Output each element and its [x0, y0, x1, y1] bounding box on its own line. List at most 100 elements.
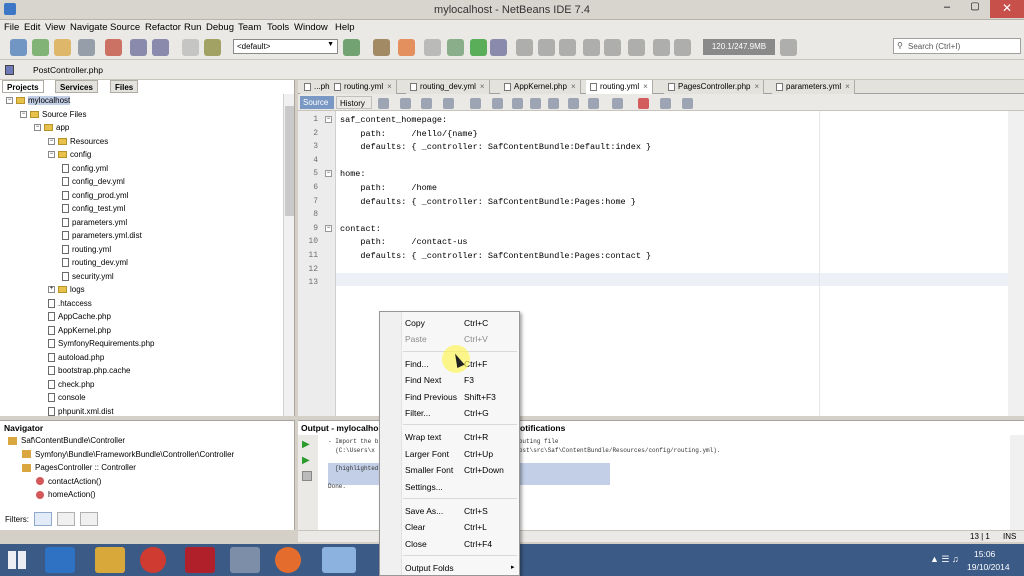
stop-icon[interactable]: [302, 471, 312, 481]
context-menu-item-output-folds[interactable]: Output Folds ▸: [380, 560, 519, 576]
toolbar-button-icon-4[interactable]: [78, 39, 95, 56]
menu-file[interactable]: File: [4, 22, 19, 33]
tree-item[interactable]: check.php: [48, 380, 94, 389]
memory-indicator[interactable]: 120.1/247.9MB: [703, 39, 775, 55]
menu-debug[interactable]: Debug: [206, 22, 234, 33]
filter-static-button[interactable]: [80, 512, 98, 526]
toolbar-button-icon-6[interactable]: [130, 39, 147, 56]
tree-item[interactable]: config_prod.yml: [62, 191, 128, 200]
menu-window[interactable]: Window: [294, 22, 328, 33]
file-explorer-icon[interactable]: [95, 547, 125, 573]
context-menu-item-find-previous[interactable]: Find Previous Shift+F3: [380, 389, 519, 405]
tree-item[interactable]: routing_dev.yml: [62, 258, 128, 268]
maximize-button[interactable]: ▢: [962, 1, 988, 17]
tree-item[interactable]: − app: [34, 123, 69, 132]
close-tab-icon[interactable]: ×: [480, 82, 485, 91]
editor-tool-icon-7[interactable]: [512, 98, 523, 109]
filter-fields-button[interactable]: [34, 512, 52, 526]
navigator-item[interactable]: PagesController :: Controller: [22, 463, 136, 472]
toolbar-button-icon-3[interactable]: [54, 39, 71, 56]
menu-help[interactable]: Help: [335, 22, 355, 33]
navigator-item[interactable]: contactAction(): [36, 477, 101, 486]
editor-tool-icon-13[interactable]: [638, 98, 649, 109]
output-tab[interactable]: Output - mylocalhost: [301, 423, 386, 433]
menu-source[interactable]: Source: [110, 22, 140, 33]
projects-scroll-thumb[interactable]: [285, 106, 294, 216]
context-menu-item-smaller-font[interactable]: Smaller Font Ctrl+Down: [380, 462, 519, 478]
close-tab-icon[interactable]: ×: [845, 82, 850, 91]
tree-item[interactable]: console: [48, 393, 86, 403]
expand-toggle-icon[interactable]: −: [48, 151, 55, 159]
history-mode-button[interactable]: History: [336, 96, 372, 109]
menu-edit[interactable]: Edit: [24, 22, 40, 33]
editor-tool-icon-3[interactable]: [421, 98, 432, 109]
netbeans-icon[interactable]: [322, 547, 356, 573]
context-menu-item-save-as[interactable]: Save As... Ctrl+S: [380, 503, 519, 519]
toolbar-button-icon-18[interactable]: [538, 39, 555, 56]
navigator-item[interactable]: Saf\ContentBundle\Controller: [8, 436, 125, 445]
editor-tool-icon-6[interactable]: [492, 98, 503, 109]
expand-toggle-icon[interactable]: +: [48, 286, 55, 294]
close-tab-icon[interactable]: ×: [571, 82, 576, 91]
clock-time[interactable]: 15:06: [974, 549, 995, 559]
toolbar-button-icon-25[interactable]: [780, 39, 797, 56]
search-input[interactable]: Search (Ctrl+I) ⚲: [893, 38, 1021, 54]
toolbar-button-icon-11[interactable]: [373, 39, 390, 56]
toolbar-button-icon-9[interactable]: [204, 39, 221, 56]
toolbar-button-icon-7[interactable]: [152, 39, 169, 56]
firefox-icon[interactable]: [275, 547, 301, 573]
editor-vscrollbar[interactable]: [1008, 111, 1024, 416]
clock-date[interactable]: 19/10/2014: [967, 562, 1010, 572]
context-menu-item-clear[interactable]: Clear Ctrl+L: [380, 519, 519, 535]
expand-toggle-icon[interactable]: −: [20, 110, 27, 118]
editor-tab[interactable]: routing.yml ×: [330, 80, 397, 94]
tree-item[interactable]: phpunit.xml.dist: [48, 407, 114, 416]
tree-item[interactable]: AppKernel.php: [48, 326, 111, 335]
tree-item[interactable]: parameters.yml: [62, 218, 127, 227]
tray-icons[interactable]: ▲ ☰ ♫: [930, 554, 966, 566]
toolbar-button-icon-15[interactable]: [470, 39, 487, 56]
editor-tool-icon-8[interactable]: [530, 98, 541, 109]
navigator-item[interactable]: Symfony\Bundle\FrameworkBundle\Controlle…: [22, 450, 234, 459]
editor-tool-icon-9[interactable]: [548, 98, 559, 109]
fold-toggle-icon[interactable]: −: [325, 116, 332, 123]
toolbar-button-icon-10[interactable]: [343, 39, 360, 56]
context-menu-item-wrap-text[interactable]: Wrap text Ctrl+R: [380, 429, 519, 445]
editor-tool-icon-12[interactable]: [612, 98, 623, 109]
context-menu-item-find-next[interactable]: Find Next F3: [380, 372, 519, 388]
breadcrumb-file[interactable]: PostController.php: [33, 65, 103, 75]
toolbar-button-icon-1[interactable]: [10, 39, 27, 56]
close-tab-icon[interactable]: ×: [643, 82, 648, 91]
toolbar-button-icon-5[interactable]: [105, 39, 122, 56]
tree-item[interactable]: .htaccess: [48, 299, 92, 308]
tab-files[interactable]: Files: [110, 80, 139, 93]
toolbar-button-icon-12[interactable]: [398, 39, 415, 56]
tree-item[interactable]: AppCache.php: [48, 312, 111, 322]
config-select[interactable]: <default> ▼: [233, 39, 338, 54]
context-menu-item-paste[interactable]: Paste Ctrl+V: [380, 331, 519, 347]
context-menu-item-close[interactable]: Close Ctrl+F4: [380, 536, 519, 552]
projects-vscrollbar[interactable]: [283, 94, 294, 416]
tree-item[interactable]: SymfonyRequirements.php: [48, 339, 155, 349]
filter-nonpublic-button[interactable]: [57, 512, 75, 526]
expand-toggle-icon[interactable]: −: [48, 137, 55, 145]
tree-item[interactable]: parameters.yml.dist: [62, 231, 142, 241]
menu-view[interactable]: View: [45, 22, 65, 33]
context-menu-item-settings[interactable]: Settings...: [380, 479, 519, 495]
close-tab-icon[interactable]: ×: [387, 82, 392, 91]
close-button[interactable]: ✕: [990, 0, 1024, 18]
editor-tab[interactable]: parameters.yml ×: [772, 80, 855, 94]
tree-item[interactable]: routing.yml: [62, 245, 111, 254]
tree-item[interactable]: config_test.yml: [62, 204, 125, 214]
tree-item[interactable]: bootstrap.php.cache: [48, 366, 131, 376]
menu-tools[interactable]: Tools: [267, 22, 289, 33]
menu-run[interactable]: Run: [184, 22, 201, 33]
tree-item[interactable]: − config: [48, 150, 91, 159]
context-menu-item-filter[interactable]: Filter... Ctrl+G: [380, 405, 519, 421]
close-tab-icon[interactable]: ×: [755, 82, 760, 91]
rerun-icon[interactable]: ▶: [302, 439, 314, 451]
tree-item[interactable]: security.yml: [62, 272, 114, 281]
menu-team[interactable]: Team: [238, 22, 261, 33]
expand-toggle-icon[interactable]: −: [6, 97, 13, 105]
filezilla-icon[interactable]: [185, 547, 215, 573]
